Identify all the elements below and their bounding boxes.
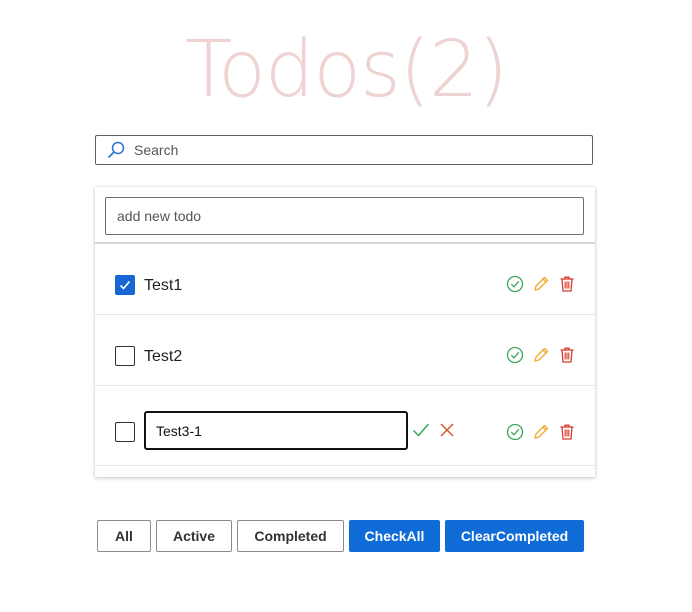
todo-card: Test1 Test2 [95, 187, 595, 477]
filter-completed-button[interactable]: Completed [237, 520, 344, 552]
trash-icon[interactable] [557, 345, 577, 365]
circle-check-icon[interactable] [505, 274, 525, 294]
trash-icon[interactable] [557, 274, 577, 294]
search-icon [106, 140, 126, 160]
todo-item: Test2 [95, 315, 595, 386]
edit-actions [411, 420, 457, 440]
clear-completed-button[interactable]: ClearCompleted [445, 520, 584, 552]
todo-item-editing [95, 386, 595, 466]
edit-todo-input[interactable] [144, 411, 408, 450]
todo-checkbox[interactable] [115, 422, 135, 442]
todo-label: Test1 [144, 277, 183, 294]
search-input[interactable] [132, 141, 576, 159]
filter-all-button[interactable]: All [97, 520, 151, 552]
todo-checkbox[interactable] [115, 346, 135, 366]
checkmark-icon [119, 280, 131, 290]
trash-icon[interactable] [557, 422, 577, 442]
search-box[interactable] [95, 135, 593, 165]
pencil-icon[interactable] [531, 274, 551, 294]
close-icon[interactable] [437, 420, 457, 440]
circle-check-icon[interactable] [505, 422, 525, 442]
circle-check-icon[interactable] [505, 345, 525, 365]
todo-app: Todos(2) Test1 [0, 0, 692, 612]
todo-actions [505, 345, 577, 365]
filter-bar: All Active Completed CheckAll ClearCompl… [97, 520, 584, 552]
new-todo-section [95, 187, 595, 244]
new-todo-input[interactable] [105, 197, 584, 235]
todo-item: Test1 [95, 244, 595, 315]
todo-actions [505, 274, 577, 294]
todo-checkbox-checked[interactable] [115, 275, 135, 295]
filter-active-button[interactable]: Active [156, 520, 232, 552]
todo-actions [505, 422, 577, 442]
checkmark-icon[interactable] [411, 420, 431, 440]
todo-label: Test2 [144, 348, 183, 365]
pencil-icon[interactable] [531, 345, 551, 365]
pencil-icon[interactable] [531, 422, 551, 442]
page-title: Todos(2) [184, 25, 508, 115]
check-all-button[interactable]: CheckAll [349, 520, 440, 552]
